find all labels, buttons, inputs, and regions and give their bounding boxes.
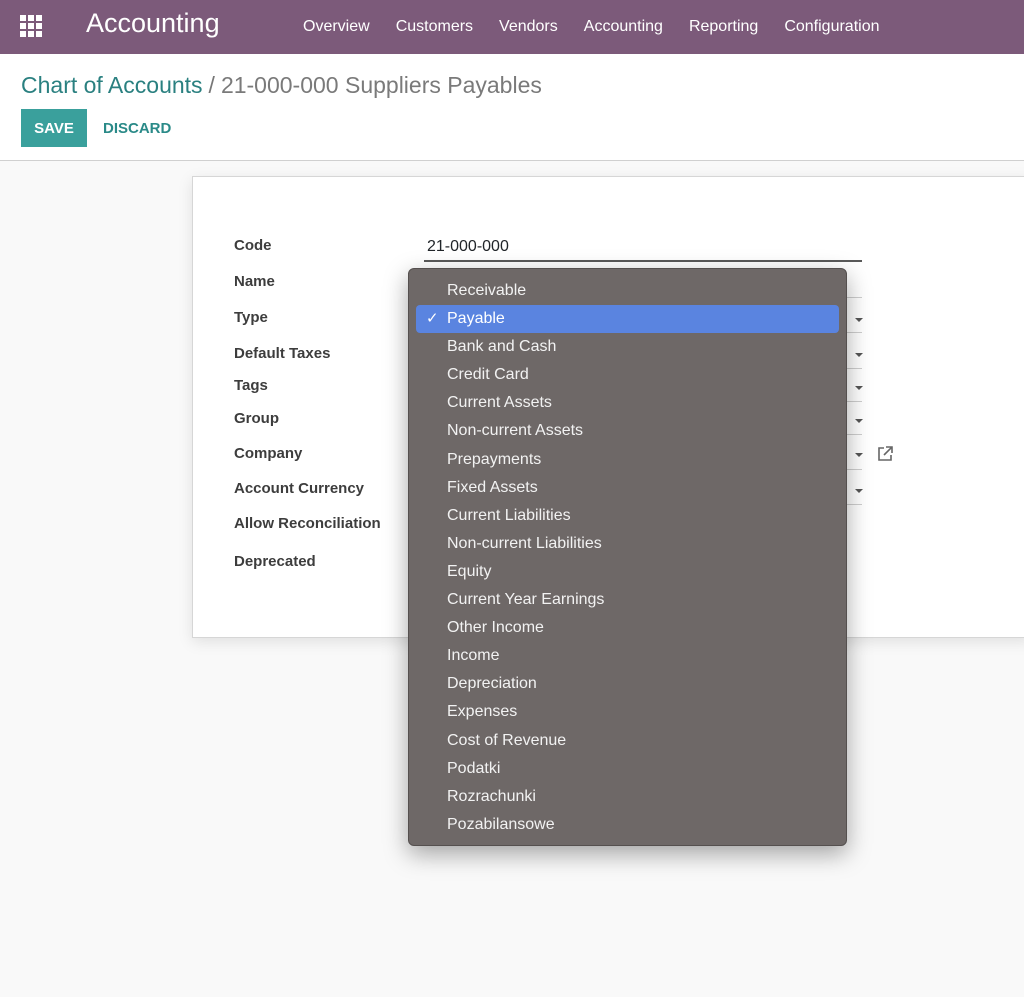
type-option[interactable]: Prepayments [416,446,839,474]
type-option[interactable]: Fixed Assets [416,474,839,502]
default-taxes-caret-down-icon[interactable] [855,353,863,357]
type-option-label: Current Assets [447,394,552,412]
type-option[interactable]: ✓ Payable [416,305,839,334]
type-option[interactable]: Other Income [416,614,839,642]
type-option[interactable]: Podatki [416,755,839,783]
default-taxes-field-line [846,368,862,369]
tags-caret-down-icon[interactable] [855,386,863,390]
main-menu: Overview Customers Vendors Accounting Re… [290,0,892,54]
type-option-label: Payable [447,310,505,328]
discard-button[interactable]: DISCARD [95,109,179,147]
deprecated-label: Deprecated [234,553,316,570]
code-label: Code [234,237,272,254]
name-field-line [846,297,862,298]
type-option[interactable]: Cost of Revenue [416,727,839,755]
type-option[interactable]: Depreciation [416,670,839,698]
account-currency-field-line [846,504,862,505]
tags-label: Tags [234,377,268,394]
type-option-label: Pozabilansowe [447,815,555,833]
breadcrumb-chart-of-accounts[interactable]: Chart of Accounts [21,72,203,98]
type-option-label: Bank and Cash [447,338,557,356]
code-input[interactable]: 21-000-000 [427,238,509,256]
type-option-label: Receivable [447,282,527,299]
control-panel: Chart of Accounts/21-000-000 Suppliers P… [0,54,1024,161]
allow-reconciliation-label: Allow Reconciliation [234,515,381,532]
breadcrumb-current-record: 21-000-000 Suppliers Payables [220,72,542,98]
type-option[interactable]: Expenses [416,698,839,726]
type-field-line [846,332,862,333]
type-option[interactable]: Income [416,642,839,670]
type-option-label: Income [447,647,500,665]
menu-reporting[interactable]: Reporting [676,18,771,36]
type-option-label: Depreciation [447,675,537,693]
type-option[interactable]: Current Year Earnings [416,586,839,614]
type-option-label: Current Year Earnings [447,591,605,609]
code-input-underline [424,260,862,262]
company-field-line [846,469,862,470]
type-caret-down-icon[interactable] [855,318,863,322]
type-option[interactable]: Bank and Cash [416,333,839,361]
menu-overview[interactable]: Overview [290,18,383,36]
default-taxes-label: Default Taxes [234,345,331,362]
type-option-label: Fixed Assets [447,478,538,496]
app-brand[interactable]: Accounting [86,8,220,39]
type-option-label: Prepayments [447,450,542,468]
type-option[interactable]: Equity [416,558,839,586]
type-option[interactable]: Receivable [416,277,839,305]
menu-configuration[interactable]: Configuration [771,18,892,36]
top-navbar: Accounting Overview Customers Vendors Ac… [0,0,1024,54]
company-label: Company [234,445,303,462]
type-option-label: Podatki [447,759,501,777]
menu-accounting[interactable]: Accounting [571,18,676,36]
type-label: Type [234,309,268,326]
type-option[interactable]: Rozrachunki [416,783,839,811]
group-label: Group [234,410,279,427]
group-caret-down-icon[interactable] [855,419,863,423]
type-option[interactable]: Current Assets [416,389,839,417]
type-option-label: Current Liabilities [447,506,571,524]
name-label: Name [234,273,275,290]
external-link-icon[interactable] [876,445,894,463]
type-option-label: Expenses [447,703,518,721]
account-currency-caret-down-icon[interactable] [855,489,863,493]
breadcrumb-separator: / [208,72,215,98]
type-option-label: Credit Card [447,366,529,384]
company-caret-down-icon[interactable] [855,453,863,457]
type-option-label: Other Income [447,619,544,637]
type-option-label: Rozrachunki [447,787,536,805]
type-option[interactable]: Current Liabilities [416,502,839,530]
apps-grid-icon[interactable] [20,15,44,37]
group-field-line [846,434,862,435]
menu-customers[interactable]: Customers [383,18,486,36]
type-option[interactable]: Non-current Liabilities [416,530,839,558]
type-option[interactable]: Non-current Assets [416,417,839,445]
save-button[interactable]: SAVE [21,109,87,147]
account-currency-label: Account Currency [234,480,365,497]
type-option-label: Equity [447,562,492,580]
type-option[interactable]: Credit Card [416,361,839,389]
tags-field-line [846,401,862,402]
check-icon: ✓ [426,310,439,328]
type-option-label: Non-current Liabilities [447,534,602,552]
type-option-label: Non-current Assets [447,422,584,440]
menu-vendors[interactable]: Vendors [486,18,571,36]
type-dropdown-menu: Receivable ✓ Payable Bank and Cash Credit Ca… [408,268,847,846]
type-option-label: Cost of Revenue [447,731,567,749]
type-option[interactable]: Pozabilansowe [416,811,839,839]
breadcrumb: Chart of Accounts/21-000-000 Suppliers P… [21,72,542,99]
